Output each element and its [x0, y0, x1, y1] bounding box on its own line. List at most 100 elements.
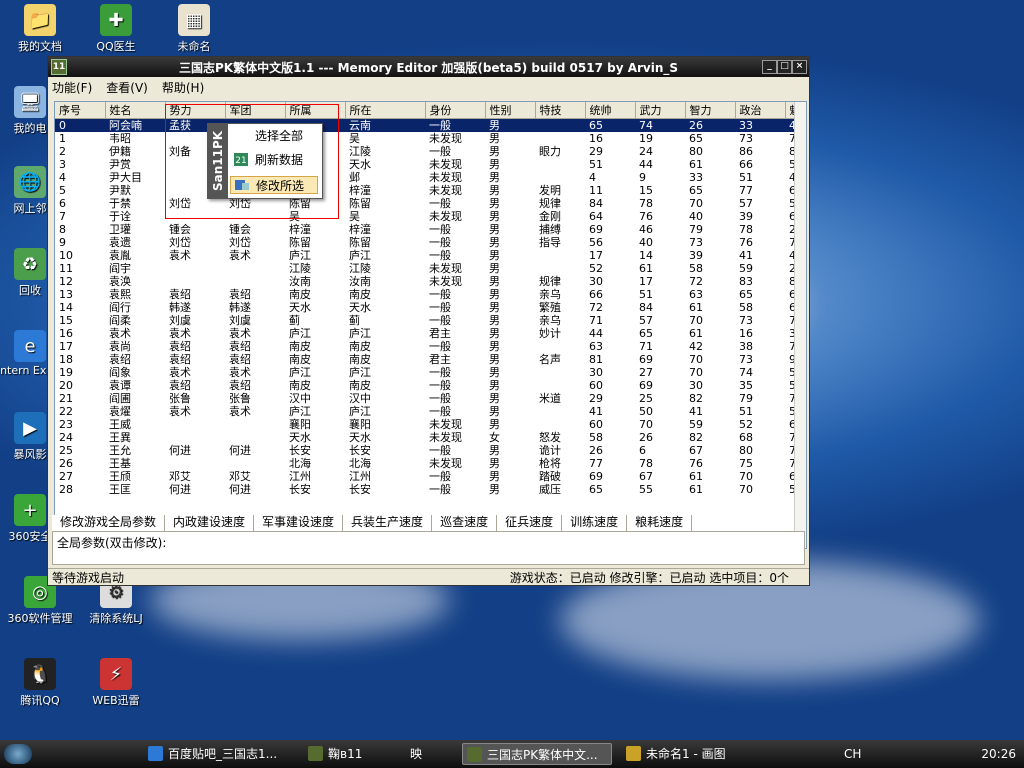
table-row[interactable]: 2伊籍刘备刘备江陵江陵一般男眼力292480868: [55, 145, 805, 158]
table-cell: 73: [739, 132, 753, 145]
table-row[interactable]: 5尹默梓潼梓潼未发现男发明111565776: [55, 184, 805, 197]
table-cell: 江陵: [349, 262, 371, 275]
table-row[interactable]: 24 王異 天水 天水 未发现女怒发 58 26 82 68 7: [55, 431, 805, 444]
table-cell: 67: [639, 470, 653, 483]
column-header[interactable]: 势力: [165, 102, 226, 119]
tab-domestic-speed[interactable]: 内政建设速度: [165, 515, 255, 531]
taskbar-item-paint[interactable]: 未命名1 - 画图: [622, 743, 796, 765]
menu-view[interactable]: 查看(V): [106, 79, 148, 96]
table-cell: 50: [639, 405, 653, 418]
table-row[interactable]: 4尹大目邺邺未发现男4933514: [55, 171, 805, 184]
table-cell: 41: [589, 405, 603, 418]
table-cell: 陈留: [349, 236, 371, 249]
table-cell: [535, 118, 585, 132]
tab-equipment-speed[interactable]: 兵装生产速度: [343, 515, 433, 531]
table-row[interactable]: 6 于禁 刘岱 刘岱 陈留 陈留 一般男规律 84 78 70 57 5: [55, 197, 805, 210]
column-header[interactable]: 身份: [425, 102, 486, 119]
table-cell: 庐江: [289, 249, 311, 262]
table-row[interactable]: 14 阎行 韩遂 韩遂 天水 天水 一般男繁殖 72 84 61 58 6: [55, 301, 805, 314]
table-cell: 男: [489, 171, 500, 184]
column-header[interactable]: 所属: [285, 102, 346, 119]
table-row[interactable]: 1韦昭吴吴未发现男161965737: [55, 132, 805, 145]
vertical-scrollbar[interactable]: [794, 102, 806, 548]
tab-patrol-speed[interactable]: 巡查速度: [432, 515, 498, 531]
menu-function[interactable]: 功能(F): [52, 79, 92, 96]
tab-conscription-speed[interactable]: 征兵速度: [497, 515, 563, 531]
table-cell: 何进: [169, 483, 191, 496]
desktop-icon-my-documents[interactable]: 📁 我的文档: [0, 4, 80, 54]
table-cell: 11: [589, 184, 603, 197]
table-row[interactable]: 22 袁燿 袁术 袁术 庐江 庐江 一般男 41 50 41 51 5: [55, 405, 805, 418]
global-params-panel[interactable]: 全局参数(双击修改):: [52, 531, 805, 565]
table-row[interactable]: 18 袁绍 袁绍 袁绍 南皮 南皮 君主男名声 81 69 70 73 9: [55, 353, 805, 366]
desktop-icon-untitled[interactable]: ▦ 未命名: [154, 4, 234, 54]
table-row[interactable]: 16 袁术 袁术 袁术 庐江 庐江 君主男妙计 44 65 61 16 3: [55, 327, 805, 340]
close-button[interactable]: ×: [792, 60, 807, 74]
table-row[interactable]: 27 王颀 邓艾 邓艾 江州 江州 一般男踏破 69 67 61 70 6: [55, 470, 805, 483]
table-cell: 79: [689, 223, 703, 236]
taskbar-item-baidu[interactable]: 百度贴吧_三国志1...: [144, 743, 318, 765]
tab-training-speed[interactable]: 训练速度: [562, 515, 628, 531]
language-indicator[interactable]: CH: [844, 747, 861, 761]
table-row[interactable]: 12 袁涣 汝南 汝南 未发现男规律 30 17 72 83 8: [55, 275, 805, 288]
maximize-button[interactable]: □: [777, 60, 792, 74]
table-row[interactable]: 0 阿会喃 孟获 云南 一般男 65 74 26 33 4: [55, 118, 805, 132]
column-header[interactable]: 序号: [55, 102, 106, 119]
minimize-button[interactable]: _: [762, 60, 777, 74]
table-cell: 11: [59, 262, 73, 275]
table-row[interactable]: 17 袁尚 袁绍 袁绍 南皮 南皮 一般男 63 71 42 38 7: [55, 340, 805, 353]
menu-item-refresh-data[interactable]: 21 刷新数据: [230, 151, 318, 169]
table-cell: 60: [589, 418, 603, 431]
window-title: 三国志PK繁体中文版1.1 --- Memory Editor 加强版(beta…: [178, 60, 679, 75]
table-row[interactable]: 23 王威 襄阳 襄阳 未发现男 60 70 59 52 6: [55, 418, 805, 431]
table-row[interactable]: 3尹赏天水天水未发现男514461665: [55, 158, 805, 171]
menu-item-modify-selected[interactable]: 修改所选: [230, 176, 318, 194]
table-row[interactable]: 9 袁遗 刘岱 刘岱 陈留 陈留 一般男指导 56 40 73 76 7: [55, 236, 805, 249]
table-row[interactable]: 8 卫瓘 锺会 锺会 梓潼 梓潼 一般男捕缚 69 46 79 78 2: [55, 223, 805, 236]
table-row[interactable]: 11 阎宇 江陵 江陵 未发现男 52 61 58 59 2: [55, 262, 805, 275]
table-cell: 长安: [349, 483, 371, 496]
table-row[interactable]: 28 王匡 何进 何进 长安 长安 一般男威压 65 55 61 70 5: [55, 483, 805, 496]
column-header[interactable]: 统帅: [585, 102, 636, 119]
column-header[interactable]: 智力: [685, 102, 736, 119]
menu-item-select-all[interactable]: 选择全部: [230, 127, 318, 145]
table-cell: 40: [639, 236, 653, 249]
desktop-icon-web-thunder[interactable]: ⚡ WEB迅雷: [76, 658, 156, 708]
table-row[interactable]: 26 王基 北海 北海 未发现男枪将 77 78 76 75 7: [55, 457, 805, 470]
taskbar-item-memory-editor[interactable]: 三国志PK繁体中文...: [462, 743, 612, 765]
tab-military-speed[interactable]: 军事建设速度: [254, 515, 344, 531]
column-header[interactable]: 所在: [345, 102, 426, 119]
desktop-icon-qq[interactable]: 🐧 腾讯QQ: [0, 658, 80, 708]
column-header[interactable]: 政治: [735, 102, 786, 119]
table-cell: [225, 431, 285, 444]
menu-help[interactable]: 帮助(H): [162, 79, 204, 96]
table-row[interactable]: 7 于诠吴吴未发现男金刚 64 76 40 39 6: [55, 210, 805, 223]
table-row[interactable]: 19 阎象 袁术 袁术 庐江 庐江 一般男 30 27 70 74 5: [55, 366, 805, 379]
table-row[interactable]: 15 阎柔 刘虞 刘虞蓟蓟一般男亲乌 71 57 70 73 7: [55, 314, 805, 327]
column-header[interactable]: 姓名: [105, 102, 166, 119]
tab-global-params[interactable]: 修改游戏全局参数: [52, 515, 166, 531]
column-header[interactable]: 军团: [225, 102, 286, 119]
table-cell: 南皮: [349, 379, 371, 392]
table-cell: 袁遗: [109, 236, 131, 249]
desktop-icon-qq-doctor[interactable]: ✚ QQ医生: [76, 4, 156, 54]
column-header[interactable]: 武力: [635, 102, 686, 119]
table-cell: 63: [589, 340, 603, 353]
start-button[interactable]: [4, 744, 32, 764]
column-header[interactable]: 特技: [535, 102, 586, 119]
taskbar-item-ying[interactable]: 映: [386, 743, 470, 765]
table-row[interactable]: 20 袁谭 袁绍 袁绍 南皮 南皮 一般男 60 69 30 35 5: [55, 379, 805, 392]
tab-food-consumption-speed[interactable]: 粮耗速度: [627, 515, 693, 531]
column-header[interactable]: 性别: [485, 102, 536, 119]
table-cell: 枪将: [539, 457, 561, 470]
table-row[interactable]: 10 袁胤 袁术 袁术 庐江 庐江 一般男 17 14 39 41 4: [55, 249, 805, 262]
table-row[interactable]: 21 阎圃 张鲁 张鲁 汉中 汉中 一般男米道 29 25 82 79 7: [55, 392, 805, 405]
table-cell: 78: [639, 197, 653, 210]
clock[interactable]: 20:26: [981, 747, 1016, 761]
table-cell: [225, 210, 285, 223]
officer-list[interactable]: 序号姓名势力军团所属所在身份性别特技统帅武力智力政治魅 0阿会喃孟获云南一般男6…: [54, 101, 807, 549]
table-cell: 未发现: [429, 171, 462, 184]
table-row[interactable]: 13 袁熙 袁绍 袁绍 南皮 南皮 一般男亲乌 66 51 63 65 6: [55, 288, 805, 301]
title-bar[interactable]: 11 三国志PK繁体中文版1.1 --- Memory Editor 加强版(b…: [48, 57, 809, 77]
table-row[interactable]: 25 王允 何进 何进 长安 长安 一般男诡计 26 6 67 80 7: [55, 444, 805, 457]
